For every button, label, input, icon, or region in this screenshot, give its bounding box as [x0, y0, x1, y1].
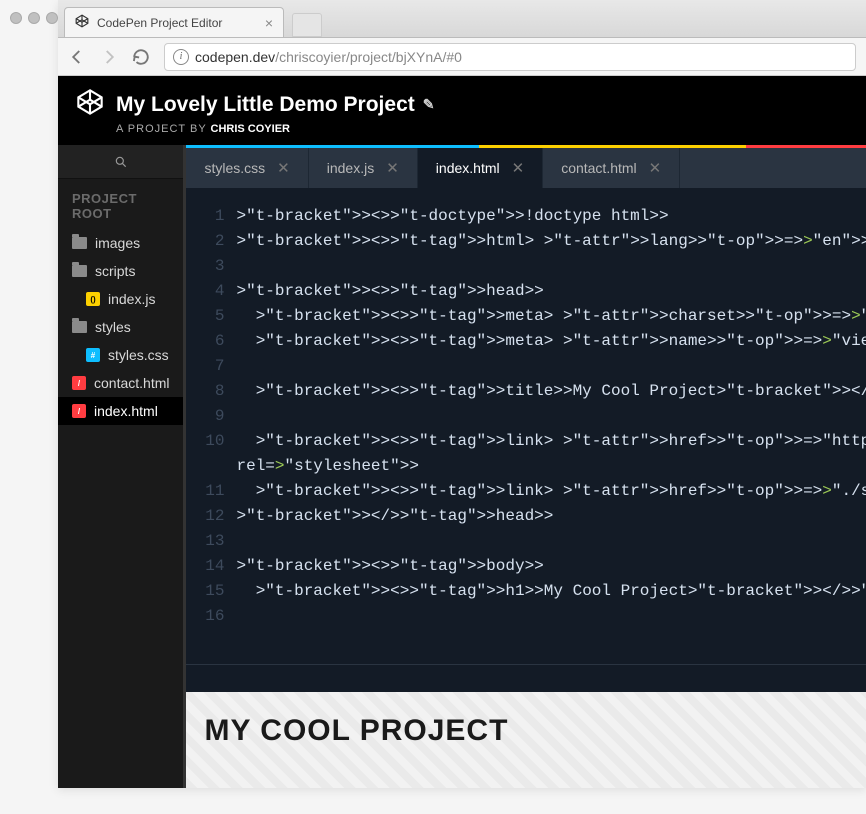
folder-icon [72, 237, 87, 249]
editor-tab[interactable]: index.html ✕ [418, 148, 543, 188]
codepen-logo-icon [76, 88, 104, 121]
editor-tab[interactable]: index.js ✕ [309, 148, 418, 188]
search-icon [114, 155, 128, 169]
codepen-favicon-icon [75, 14, 89, 31]
file-item[interactable]: / contact.html [58, 369, 183, 397]
folder-item[interactable]: images [58, 229, 183, 257]
folder-icon [72, 321, 87, 333]
css-file-icon: # [86, 348, 100, 362]
new-tab-button[interactable] [292, 13, 322, 37]
project-subtitle: A PROJECT BY Chris Coyier [116, 123, 848, 135]
close-tab-icon[interactable]: ✕ [512, 159, 525, 177]
editor-tab[interactable]: contact.html ✕ [543, 148, 680, 188]
code-editor[interactable]: 12345678910111213141516 >"t-bracket">><>… [186, 188, 866, 664]
site-info-icon[interactable]: i [173, 49, 189, 65]
forward-button[interactable] [100, 48, 118, 66]
editor-tab-label: contact.html [561, 160, 636, 176]
app-root: My Lovely Little Demo Project ✎ A PROJEC… [58, 76, 866, 788]
browser-tab-title: CodePen Project Editor [97, 16, 222, 30]
js-file-icon: () [86, 292, 100, 306]
sidebar: PROJECT ROOT images scripts () index.js styl… [58, 145, 186, 788]
address-bar[interactable]: i codepen.dev/chriscoyier/project/bjXYnA… [164, 43, 856, 71]
url-host: codepen.dev [195, 49, 275, 65]
file-item[interactable]: () index.js [58, 285, 183, 313]
folder-item[interactable]: styles [58, 313, 183, 341]
preview-heading: MY COOL PROJECT [204, 714, 866, 748]
preview-bar: PREVIEW: index.html [186, 664, 866, 692]
editor-tab[interactable]: styles.css ✕ [186, 148, 308, 188]
reload-button[interactable] [132, 48, 150, 66]
close-tab-icon[interactable]: ✕ [649, 159, 662, 177]
zoom-dot-icon[interactable] [46, 12, 58, 24]
close-tab-icon[interactable]: ✕ [386, 159, 399, 177]
editor-tab-label: index.js [327, 160, 374, 176]
sidebar-search[interactable] [58, 145, 183, 179]
tree-item-label: contact.html [94, 375, 169, 391]
tree-item-label: index.html [94, 403, 158, 419]
project-root-label: PROJECT ROOT [58, 179, 183, 229]
file-item[interactable]: / index.html [58, 397, 183, 425]
close-tab-icon[interactable]: × [265, 15, 273, 31]
code-content[interactable]: >"t-bracket">><>>"t-doctype">>!doctype h… [236, 204, 866, 664]
line-gutter: 12345678910111213141516 [186, 204, 236, 664]
subtitle-author: Chris Coyier [211, 123, 290, 135]
subtitle-prefix: A PROJECT BY [116, 123, 206, 135]
browser-toolbar: i codepen.dev/chriscoyier/project/bjXYnA… [58, 38, 866, 76]
preview-pane: MY COOL PROJECT [186, 692, 866, 788]
browser-window: CodePen Project Editor × i codepen.dev/c… [58, 0, 866, 788]
tree-item-label: styles [95, 319, 131, 335]
folder-icon [72, 265, 87, 277]
tree-item-label: index.js [108, 291, 155, 307]
tree-item-label: styles.css [108, 347, 169, 363]
editor-tab-label: styles.css [204, 160, 265, 176]
browser-tab[interactable]: CodePen Project Editor × [64, 7, 284, 37]
editor-area: styles.css✕index.js✕index.html✕contact.h… [186, 145, 866, 788]
back-button[interactable] [68, 48, 86, 66]
edit-title-icon[interactable]: ✎ [423, 96, 435, 113]
html-file-icon: / [72, 404, 86, 418]
minimize-dot-icon[interactable] [28, 12, 40, 24]
tree-item-label: images [95, 235, 140, 251]
tree-item-label: scripts [95, 263, 135, 279]
file-tree: images scripts () index.js styles # styles.css… [58, 229, 183, 425]
url-path: /chriscoyier/project/bjXYnA/#0 [275, 49, 462, 65]
folder-item[interactable]: scripts [58, 257, 183, 285]
file-item[interactable]: # styles.css [58, 341, 183, 369]
html-file-icon: / [72, 376, 86, 390]
close-dot-icon[interactable] [10, 12, 22, 24]
editor-tabs: styles.css✕index.js✕index.html✕contact.h… [186, 148, 866, 188]
browser-tab-bar: CodePen Project Editor × [58, 0, 866, 38]
app-header: My Lovely Little Demo Project ✎ A PROJEC… [58, 76, 866, 145]
window-controls [10, 12, 58, 24]
editor-tab-label: index.html [436, 160, 500, 176]
project-title: My Lovely Little Demo Project [116, 93, 415, 117]
close-tab-icon[interactable]: ✕ [277, 159, 290, 177]
